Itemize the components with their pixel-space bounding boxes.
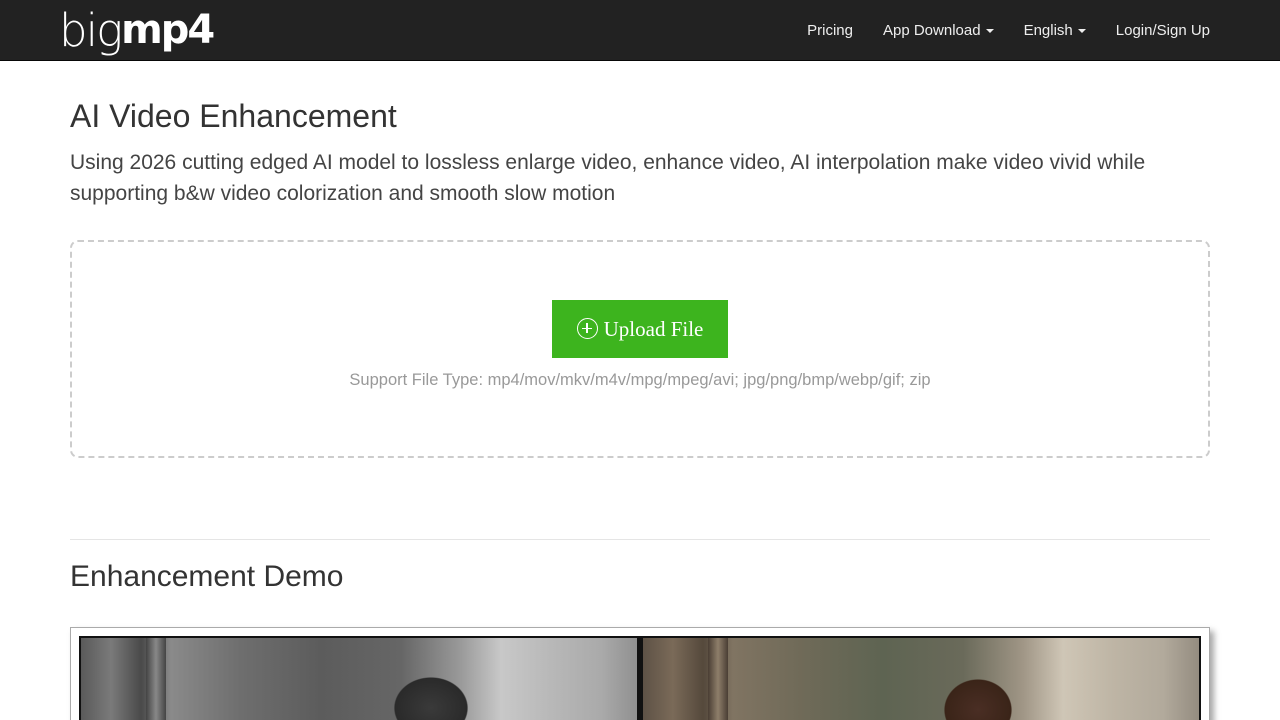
nav-app-download-label: App Download <box>882 21 981 39</box>
nav-language-label: English <box>1023 21 1073 39</box>
demo-after-pipe <box>708 638 728 720</box>
demo-before-pipe <box>146 638 166 720</box>
demo-before-image <box>81 638 637 720</box>
caret-down-icon <box>985 29 994 33</box>
page-title: AI Video Enhancement <box>70 98 397 134</box>
logo-text-bold: mp4 <box>121 7 215 53</box>
demo-after-image <box>643 638 1199 720</box>
demo-comparison-image[interactable] <box>79 636 1201 720</box>
top-navbar: big mp4 Pricing App Download English Logi… <box>0 0 1280 61</box>
demo-comparison-frame <box>70 627 1210 720</box>
nav-login-link[interactable]: Login/Sign Up <box>1116 22 1210 39</box>
section-divider <box>70 539 1210 540</box>
logo-text-light: big <box>59 3 123 57</box>
caret-down-icon <box>1077 29 1086 33</box>
nav-app-download-dropdown[interactable]: App Download <box>883 22 994 39</box>
nav-language-dropdown[interactable]: English <box>1024 22 1086 39</box>
plus-circle-icon <box>576 317 598 339</box>
upload-file-button[interactable]: Upload File <box>552 300 728 358</box>
bigmp4-logo[interactable]: big mp4 <box>59 0 215 60</box>
supported-file-types: Support File Type: mp4/mov/mkv/m4v/mpg/m… <box>349 371 931 389</box>
upload-button-label: Upload File <box>603 316 704 341</box>
demo-section-title: Enhancement Demo <box>70 560 344 593</box>
page-description: Using 2026 cutting edged AI model to los… <box>70 151 1146 205</box>
nav-pricing-link[interactable]: Pricing <box>807 22 853 39</box>
nav-links: Pricing App Download English Login/Sign … <box>777 0 1210 60</box>
upload-drop-zone[interactable]: Upload File Support File Type: mp4/mov/m… <box>70 240 1210 458</box>
